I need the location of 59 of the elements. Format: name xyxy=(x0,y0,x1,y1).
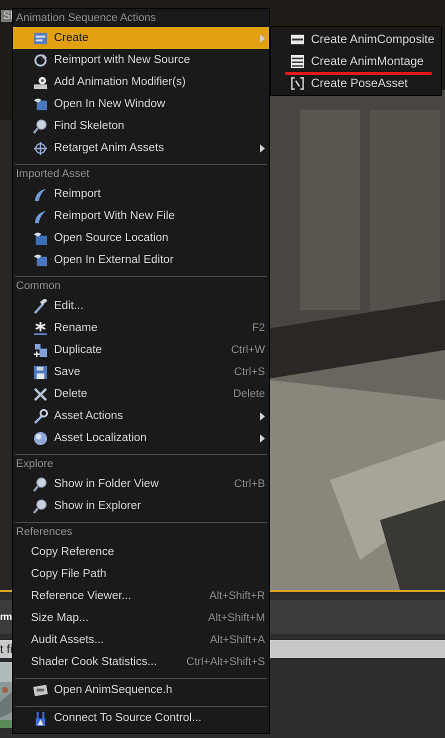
gear-icon xyxy=(33,74,48,90)
menu-item[interactable]: Create xyxy=(13,27,269,49)
hammer-icon xyxy=(33,298,48,314)
menu-item[interactable]: Create AnimMontage xyxy=(271,50,441,72)
wrench-icon xyxy=(33,408,48,424)
menu-item[interactable]: Reference Viewer... Alt+Shift+R xyxy=(13,585,269,607)
menu-item[interactable]: Connect To Source Control... xyxy=(13,707,269,729)
menu-item[interactable]: Rename F2 xyxy=(13,317,269,339)
search-icon xyxy=(33,498,48,514)
section-header: References xyxy=(15,525,74,540)
asterisk-icon xyxy=(33,320,48,336)
menu-item[interactable]: Create PoseAsset xyxy=(271,72,441,94)
folder-icon xyxy=(33,230,48,246)
menu-item[interactable]: Size Map... Alt+Shift+M xyxy=(13,607,269,629)
panel-title: rm xyxy=(0,612,12,622)
save-icon xyxy=(33,364,48,380)
menu-item[interactable]: Edit... xyxy=(13,295,269,317)
menu-item[interactable]: Show in Explorer xyxy=(13,495,269,517)
menu-item[interactable]: Add Animation Modifier(s) xyxy=(13,71,269,93)
swoosh-icon xyxy=(33,186,48,202)
section-header: Explore xyxy=(15,457,54,472)
menu-item[interactable]: Reimport With New File xyxy=(13,205,269,227)
menu-item[interactable]: Asset Localization xyxy=(13,427,269,449)
crosshair-icon xyxy=(33,140,48,156)
menu-item[interactable]: Create AnimComposite xyxy=(271,28,441,50)
menu-item[interactable]: Open In External Editor xyxy=(13,249,269,271)
bracket-icon xyxy=(290,76,305,90)
document-icon xyxy=(33,30,48,46)
swoosh-icon xyxy=(33,208,48,224)
menu-item[interactable]: Delete Delete xyxy=(13,383,269,405)
menu-item[interactable]: Open AnimSequence.h xyxy=(13,679,269,701)
menu-item[interactable]: Reimport with New Source xyxy=(13,49,269,71)
menu-item[interactable]: Audit Assets... Alt+Shift+A xyxy=(13,629,269,651)
section-header: Imported Asset xyxy=(15,167,90,182)
window-icon xyxy=(33,252,48,268)
section-header: Common xyxy=(15,279,62,294)
plug-icon xyxy=(33,710,48,726)
list-icon xyxy=(290,54,305,68)
search-icon xyxy=(33,118,48,134)
menu-item[interactable]: Copy Reference xyxy=(13,541,269,563)
section-header: Animation Sequence Actions xyxy=(15,11,158,26)
menu-item[interactable]: Duplicate Ctrl+W xyxy=(13,339,269,361)
window-icon xyxy=(33,96,48,112)
code-icon xyxy=(33,682,48,698)
menu-item[interactable]: Copy File Path xyxy=(13,563,269,585)
menu-item[interactable]: Asset Actions xyxy=(13,405,269,427)
menu-item[interactable]: Open In New Window xyxy=(13,93,269,115)
menu-item[interactable]: Reimport xyxy=(13,183,269,205)
refresh-icon xyxy=(33,52,48,68)
menu-item[interactable]: Shader Cook Statistics... Ctrl+Alt+Shift+S xyxy=(13,651,269,673)
sphere-icon xyxy=(33,430,48,446)
menu-item[interactable]: Save Ctrl+S xyxy=(13,361,269,383)
menu-item[interactable]: Show in Folder View Ctrl+B xyxy=(13,473,269,495)
search-icon xyxy=(33,476,48,492)
menu-item[interactable]: Retarget Anim Assets xyxy=(13,137,269,159)
copy-icon xyxy=(33,342,48,358)
menu-item[interactable]: Find Skeleton xyxy=(13,115,269,137)
cross-icon xyxy=(33,386,48,402)
menu-item[interactable]: Open Source Location xyxy=(13,227,269,249)
